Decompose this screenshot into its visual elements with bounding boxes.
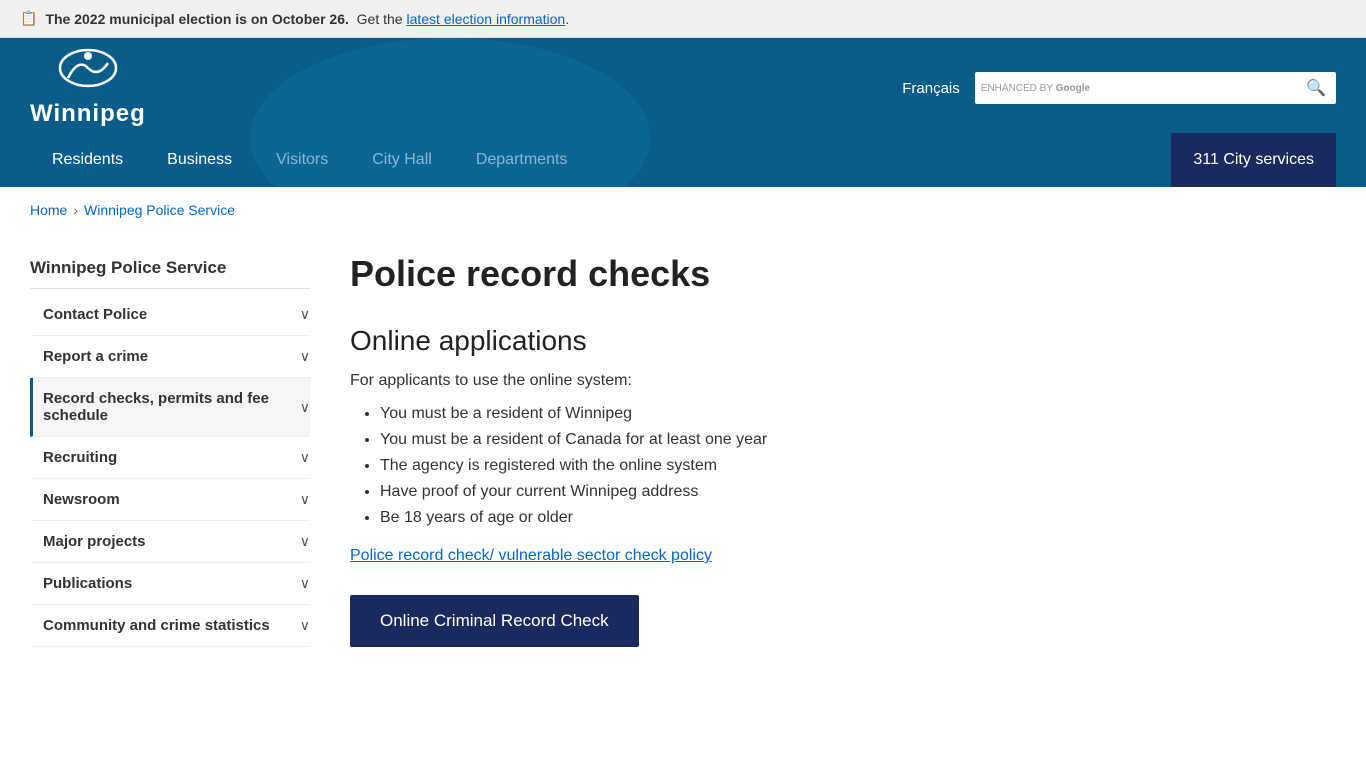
sidebar-title: Winnipeg Police Service xyxy=(30,243,310,289)
nav-item-residents[interactable]: Residents xyxy=(30,133,145,187)
search-enhanced-label: ENHANCED BY Google xyxy=(975,79,1096,98)
sidebar-item-major-projects[interactable]: Major projects ∨ xyxy=(30,521,310,563)
page-title: Police record checks xyxy=(350,253,1270,295)
chevron-down-icon: ∨ xyxy=(300,491,310,508)
search-button[interactable]: 🔍 xyxy=(1296,72,1336,104)
sidebar: Winnipeg Police Service Contact Police ∨… xyxy=(30,243,310,647)
chevron-down-icon: ∨ xyxy=(300,617,310,634)
sidebar-item-contact-police[interactable]: Contact Police ∨ xyxy=(30,294,310,336)
announcement-icon: 📋 xyxy=(20,10,37,27)
header-right: Français ENHANCED BY Google 🔍 xyxy=(902,72,1336,104)
announcement-text: The 2022 municipal election is on Octobe… xyxy=(45,11,569,27)
francais-link[interactable]: Français xyxy=(902,80,960,97)
election-info-link[interactable]: latest election information xyxy=(406,11,565,27)
nav-item-business[interactable]: Business xyxy=(145,133,254,187)
chevron-down-icon: ∨ xyxy=(300,533,310,550)
chevron-down-icon: ∨ xyxy=(300,306,310,323)
chevron-down-icon: ∨ xyxy=(300,449,310,466)
list-item: Have proof of your current Winnipeg addr… xyxy=(380,483,1270,501)
logo-text: Winnipeg xyxy=(30,100,146,128)
online-applications-heading: Online applications xyxy=(350,325,1270,357)
sidebar-item-recruiting[interactable]: Recruiting ∨ xyxy=(30,437,310,479)
list-item: The agency is registered with the online… xyxy=(380,457,1270,475)
list-item: You must be a resident of Canada for at … xyxy=(380,431,1270,449)
list-item: Be 18 years of age or older xyxy=(380,509,1270,527)
sidebar-item-record-checks[interactable]: Record checks, permits and fee schedule … xyxy=(30,378,310,437)
sidebar-item-publications[interactable]: Publications ∨ xyxy=(30,563,310,605)
announcement-bar: 📋 The 2022 municipal election is on Octo… xyxy=(0,0,1366,38)
header: Winnipeg Français ENHANCED BY Google 🔍 R… xyxy=(0,38,1366,187)
online-criminal-record-check-button[interactable]: Online Criminal Record Check xyxy=(350,595,639,647)
header-top: Winnipeg Français ENHANCED BY Google 🔍 xyxy=(0,38,1366,128)
site-logo[interactable]: Winnipeg xyxy=(30,48,146,128)
sidebar-item-report-crime[interactable]: Report a crime ∨ xyxy=(30,336,310,378)
search-input[interactable] xyxy=(1096,74,1296,102)
nav-item-311[interactable]: 311 City services xyxy=(1171,133,1336,187)
chevron-down-icon: ∨ xyxy=(300,348,310,365)
breadcrumb-home[interactable]: Home xyxy=(30,202,67,218)
policy-link[interactable]: Police record check/ vulnerable sector c… xyxy=(350,547,712,565)
requirements-list: You must be a resident of Winnipeg You m… xyxy=(380,405,1270,527)
intro-text: For applicants to use the online system: xyxy=(350,372,1270,390)
sidebar-item-newsroom[interactable]: Newsroom ∨ xyxy=(30,479,310,521)
breadcrumb-current: Winnipeg Police Service xyxy=(84,202,235,218)
main-layout: Winnipeg Police Service Contact Police ∨… xyxy=(0,233,1300,687)
main-nav: Residents Business Visitors City Hall De… xyxy=(0,133,1366,187)
breadcrumb-separator: › xyxy=(73,202,78,218)
main-content: Police record checks Online applications… xyxy=(350,243,1270,647)
sidebar-item-community-crime[interactable]: Community and crime statistics ∨ xyxy=(30,605,310,647)
logo-icon xyxy=(58,48,118,98)
chevron-down-icon: ∨ xyxy=(300,575,310,592)
breadcrumb: Home › Winnipeg Police Service xyxy=(0,187,1366,233)
chevron-down-icon: ∨ xyxy=(300,399,310,416)
list-item: You must be a resident of Winnipeg xyxy=(380,405,1270,423)
search-container: ENHANCED BY Google 🔍 xyxy=(975,72,1336,104)
